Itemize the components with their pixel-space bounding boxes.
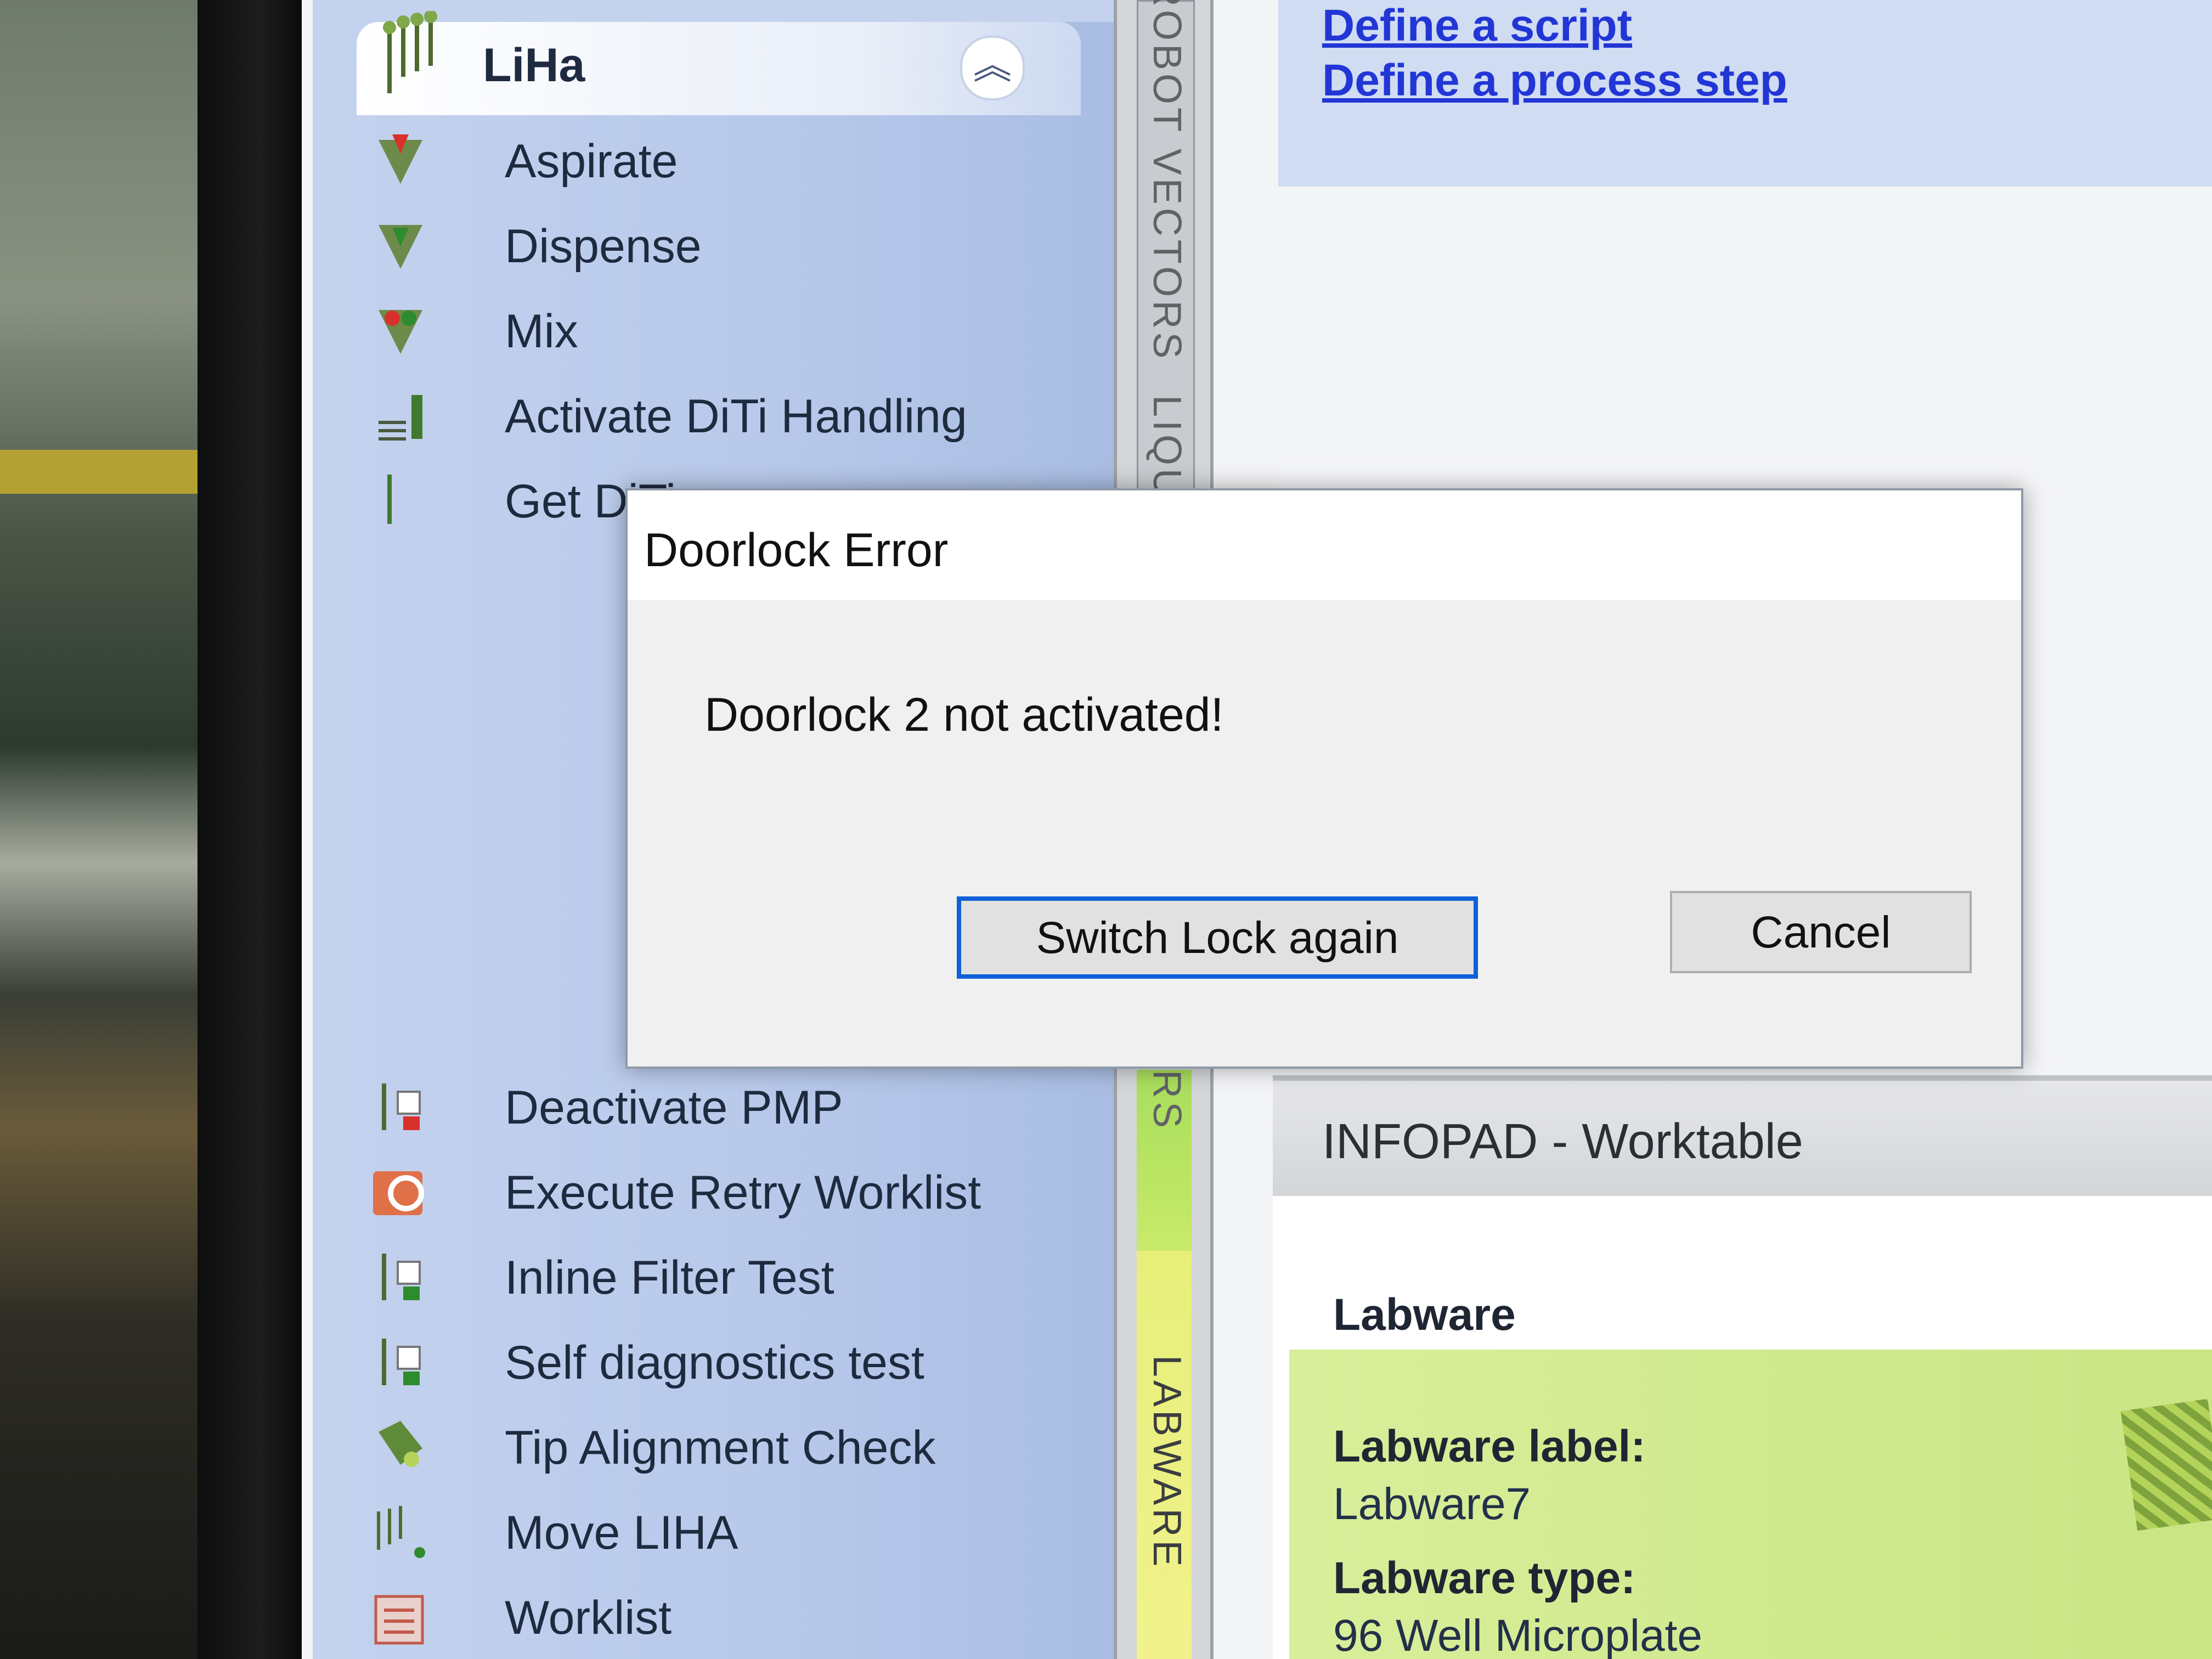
command-label: Mix bbox=[505, 305, 578, 358]
move-liha-icon bbox=[368, 1500, 433, 1561]
command-execute-retry-worklist[interactable]: Execute Retry Worklist bbox=[362, 1149, 1075, 1232]
infopad-section-title: Labware bbox=[1333, 1290, 1516, 1340]
command-move-liha[interactable]: Move LIHA bbox=[362, 1489, 1075, 1572]
command-inline-filter-test[interactable]: Inline Filter Test bbox=[362, 1234, 1075, 1317]
command-label: Worklist bbox=[505, 1592, 672, 1644]
command-label: Deactivate PMP bbox=[505, 1081, 843, 1134]
command-mix[interactable]: Mix bbox=[362, 288, 1075, 370]
tab-lower-a-label: RS bbox=[1145, 1070, 1189, 1132]
get-ditis-icon bbox=[368, 469, 433, 529]
liha-group-icon bbox=[373, 10, 455, 99]
command-tip-alignment-check[interactable]: Tip Alignment Check bbox=[362, 1404, 1075, 1487]
self-diagnostics-icon bbox=[368, 1330, 433, 1391]
command-self-diagnostics-test[interactable]: Self diagnostics test bbox=[362, 1319, 1075, 1402]
diti-handling-icon bbox=[368, 384, 433, 444]
chevron-up-icon[interactable]: ︽ bbox=[960, 36, 1025, 100]
deactivate-pmp-icon bbox=[368, 1075, 433, 1136]
tab-robot-vectors-label: ROBOT VECTORS bbox=[1145, 0, 1189, 362]
inline-filter-test-icon bbox=[368, 1245, 433, 1306]
dialog-title: Doorlock Error bbox=[644, 524, 949, 577]
doorlock-error-dialog: Doorlock Error Doorlock 2 not activated!… bbox=[625, 488, 2023, 1069]
command-label: Inline Filter Test bbox=[505, 1251, 834, 1304]
command-label: Tip Alignment Check bbox=[505, 1421, 936, 1474]
command-worklist[interactable]: Worklist bbox=[362, 1575, 1075, 1657]
link-define-process-step[interactable]: Define a process step bbox=[1322, 55, 1787, 106]
group-title: LiHa bbox=[483, 39, 585, 92]
command-label: Execute Retry Worklist bbox=[505, 1166, 981, 1219]
aspirate-icon bbox=[368, 129, 433, 189]
command-aspirate[interactable]: Aspirate bbox=[362, 118, 1075, 200]
tip-alignment-icon bbox=[368, 1415, 433, 1476]
command-label: Move LIHA bbox=[505, 1506, 738, 1559]
dispense-icon bbox=[368, 214, 433, 274]
photo-background-strip bbox=[0, 450, 198, 494]
infopad-title: INFOPAD - Worktable bbox=[1322, 1114, 1803, 1169]
command-deactivate-pmp[interactable]: Deactivate PMP bbox=[362, 1064, 1075, 1147]
microplate-icon bbox=[2120, 1398, 2212, 1531]
dialog-message: Doorlock 2 not activated! bbox=[704, 689, 1224, 741]
monitor-bezel bbox=[198, 0, 302, 1659]
worklist-icon bbox=[368, 1585, 433, 1646]
labware-label-value: Labware7 bbox=[1333, 1479, 1531, 1529]
screen: LiHa ︽ Aspirate Dispense Mix Activate Di… bbox=[302, 0, 2212, 1659]
command-label: Aspirate bbox=[505, 135, 678, 188]
labware-type-value: 96 Well Microplate bbox=[1333, 1611, 1702, 1659]
command-label: Self diagnostics test bbox=[505, 1336, 924, 1389]
tab-labware-label: LABWARE bbox=[1145, 1355, 1189, 1570]
labware-type-caption: Labware type: bbox=[1333, 1553, 1636, 1603]
mix-icon bbox=[368, 299, 433, 359]
photo-background bbox=[0, 0, 198, 1659]
command-activate-diti-handling[interactable]: Activate DiTi Handling bbox=[362, 373, 1075, 455]
command-label: Activate DiTi Handling bbox=[505, 390, 967, 443]
command-dispense[interactable]: Dispense bbox=[362, 203, 1075, 285]
labware-label-caption: Labware label: bbox=[1333, 1421, 1646, 1471]
retry-worklist-icon bbox=[368, 1160, 433, 1221]
cancel-button[interactable]: Cancel bbox=[1670, 891, 1972, 973]
command-label: Dispense bbox=[505, 220, 702, 273]
switch-lock-again-button[interactable]: Switch Lock again bbox=[957, 896, 1478, 979]
link-define-script[interactable]: Define a script bbox=[1322, 0, 1632, 52]
